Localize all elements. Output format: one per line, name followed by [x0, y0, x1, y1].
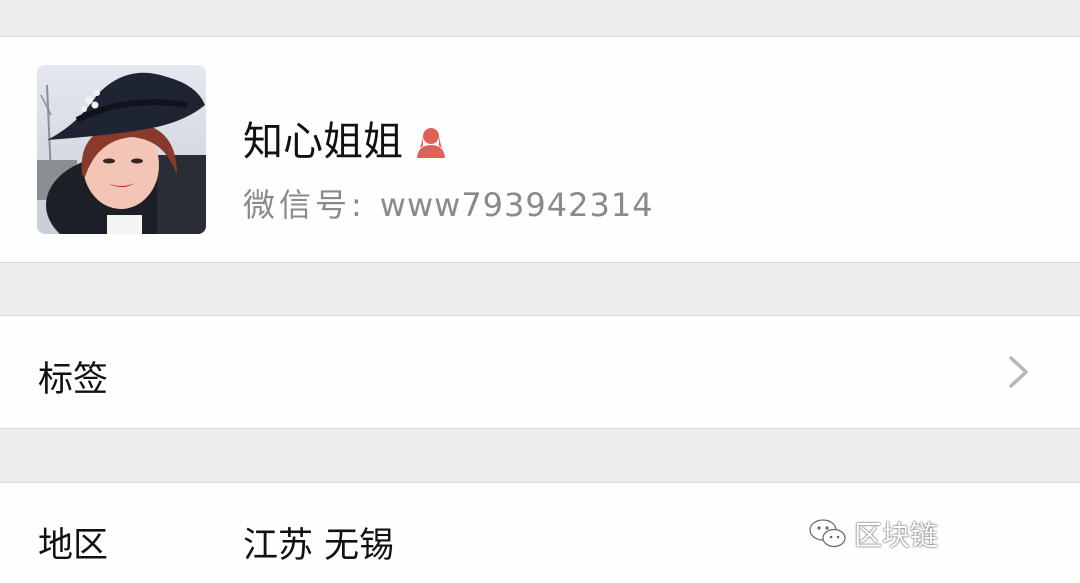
profile-card: 知心姐姐 微信号: www793942314: [0, 36, 1080, 263]
avatar-photo: [37, 65, 206, 234]
tags-row[interactable]: 标签: [0, 315, 1080, 429]
wechat-id-row: 微信号: www793942314: [243, 185, 654, 225]
wechat-id-label: 微信号:: [243, 186, 366, 224]
tags-label: 标签: [38, 360, 109, 400]
watermark: 区块链: [808, 514, 938, 554]
region-label: 地区: [38, 526, 109, 566]
female-person-icon: [413, 124, 449, 160]
wechat-icon: [809, 519, 846, 548]
watermark-text: 区块链: [854, 519, 939, 552]
region-value: 江苏 无锡: [243, 526, 395, 566]
contact-name: 知心姐姐: [243, 119, 403, 165]
contact-profile-screen: 知心姐姐 微信号: www793942314 标签 地区 江苏 无锡 区块链: [0, 0, 1080, 583]
wechat-id-value: www793942314: [379, 186, 654, 224]
avatar[interactable]: [37, 65, 206, 234]
chevron-right-icon: [1009, 356, 1028, 388]
name-row: 知心姐姐: [243, 117, 449, 167]
